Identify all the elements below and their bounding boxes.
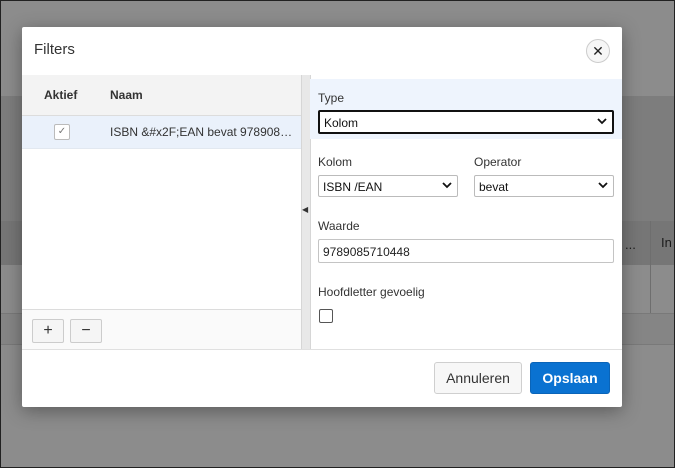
type-label: Type xyxy=(318,91,345,105)
operator-select-value: bevat xyxy=(479,180,509,194)
close-icon: ✕ xyxy=(592,43,604,59)
value-label: Waarde xyxy=(318,219,360,233)
dialog-footer: Annuleren Opslaan xyxy=(22,349,622,408)
add-filter-button[interactable]: + xyxy=(32,319,64,343)
column-select-value: ISBN /EAN xyxy=(323,180,383,194)
column-header-name[interactable]: Naam xyxy=(110,88,143,102)
operator-label: Operator xyxy=(474,155,522,169)
plus-icon: + xyxy=(43,322,53,339)
column-select[interactable]: ISBN /EAN xyxy=(318,175,458,197)
collapse-left-icon[interactable]: ◀ xyxy=(302,205,308,214)
operator-select[interactable]: bevat xyxy=(474,175,614,197)
filter-list-footer: + − xyxy=(22,309,301,350)
cancel-button[interactable]: Annuleren xyxy=(434,362,522,394)
type-select-value: Kolom xyxy=(324,116,359,130)
case-sensitive-label: Hoofdletter gevoelig xyxy=(318,285,425,299)
column-header-active[interactable]: Aktief xyxy=(44,88,77,102)
value-input[interactable]: 9789085710448 xyxy=(318,239,614,263)
chevron-down-icon xyxy=(597,118,607,125)
close-button[interactable]: ✕ xyxy=(586,39,610,63)
chevron-down-icon xyxy=(442,182,452,189)
filter-editor: Type Kolom Kolom ISBN /EAN Operator beva… xyxy=(310,75,622,349)
chevron-down-icon xyxy=(598,182,608,189)
filters-dialog: Filters ✕ Aktief Naam ✓ ISBN &#x2F;EAN b… xyxy=(22,27,622,407)
filter-list: Aktief Naam ✓ ISBN &#x2F;EAN bevat 97890… xyxy=(22,75,302,350)
minus-icon: − xyxy=(81,322,91,339)
filter-row[interactable]: ✓ ISBN &#x2F;EAN bevat 9789085710448 xyxy=(22,116,301,149)
filter-active-checkbox[interactable]: ✓ xyxy=(54,124,70,140)
remove-filter-button[interactable]: − xyxy=(70,319,102,343)
dialog-title: Filters xyxy=(34,41,75,58)
save-button[interactable]: Opslaan xyxy=(530,362,610,394)
filter-list-header: Aktief Naam xyxy=(22,75,301,116)
column-label: Kolom xyxy=(318,155,353,169)
filter-name: ISBN &#x2F;EAN bevat 9789085710448 xyxy=(110,125,298,139)
case-sensitive-checkbox[interactable] xyxy=(319,309,333,323)
type-select[interactable]: Kolom xyxy=(318,110,614,134)
